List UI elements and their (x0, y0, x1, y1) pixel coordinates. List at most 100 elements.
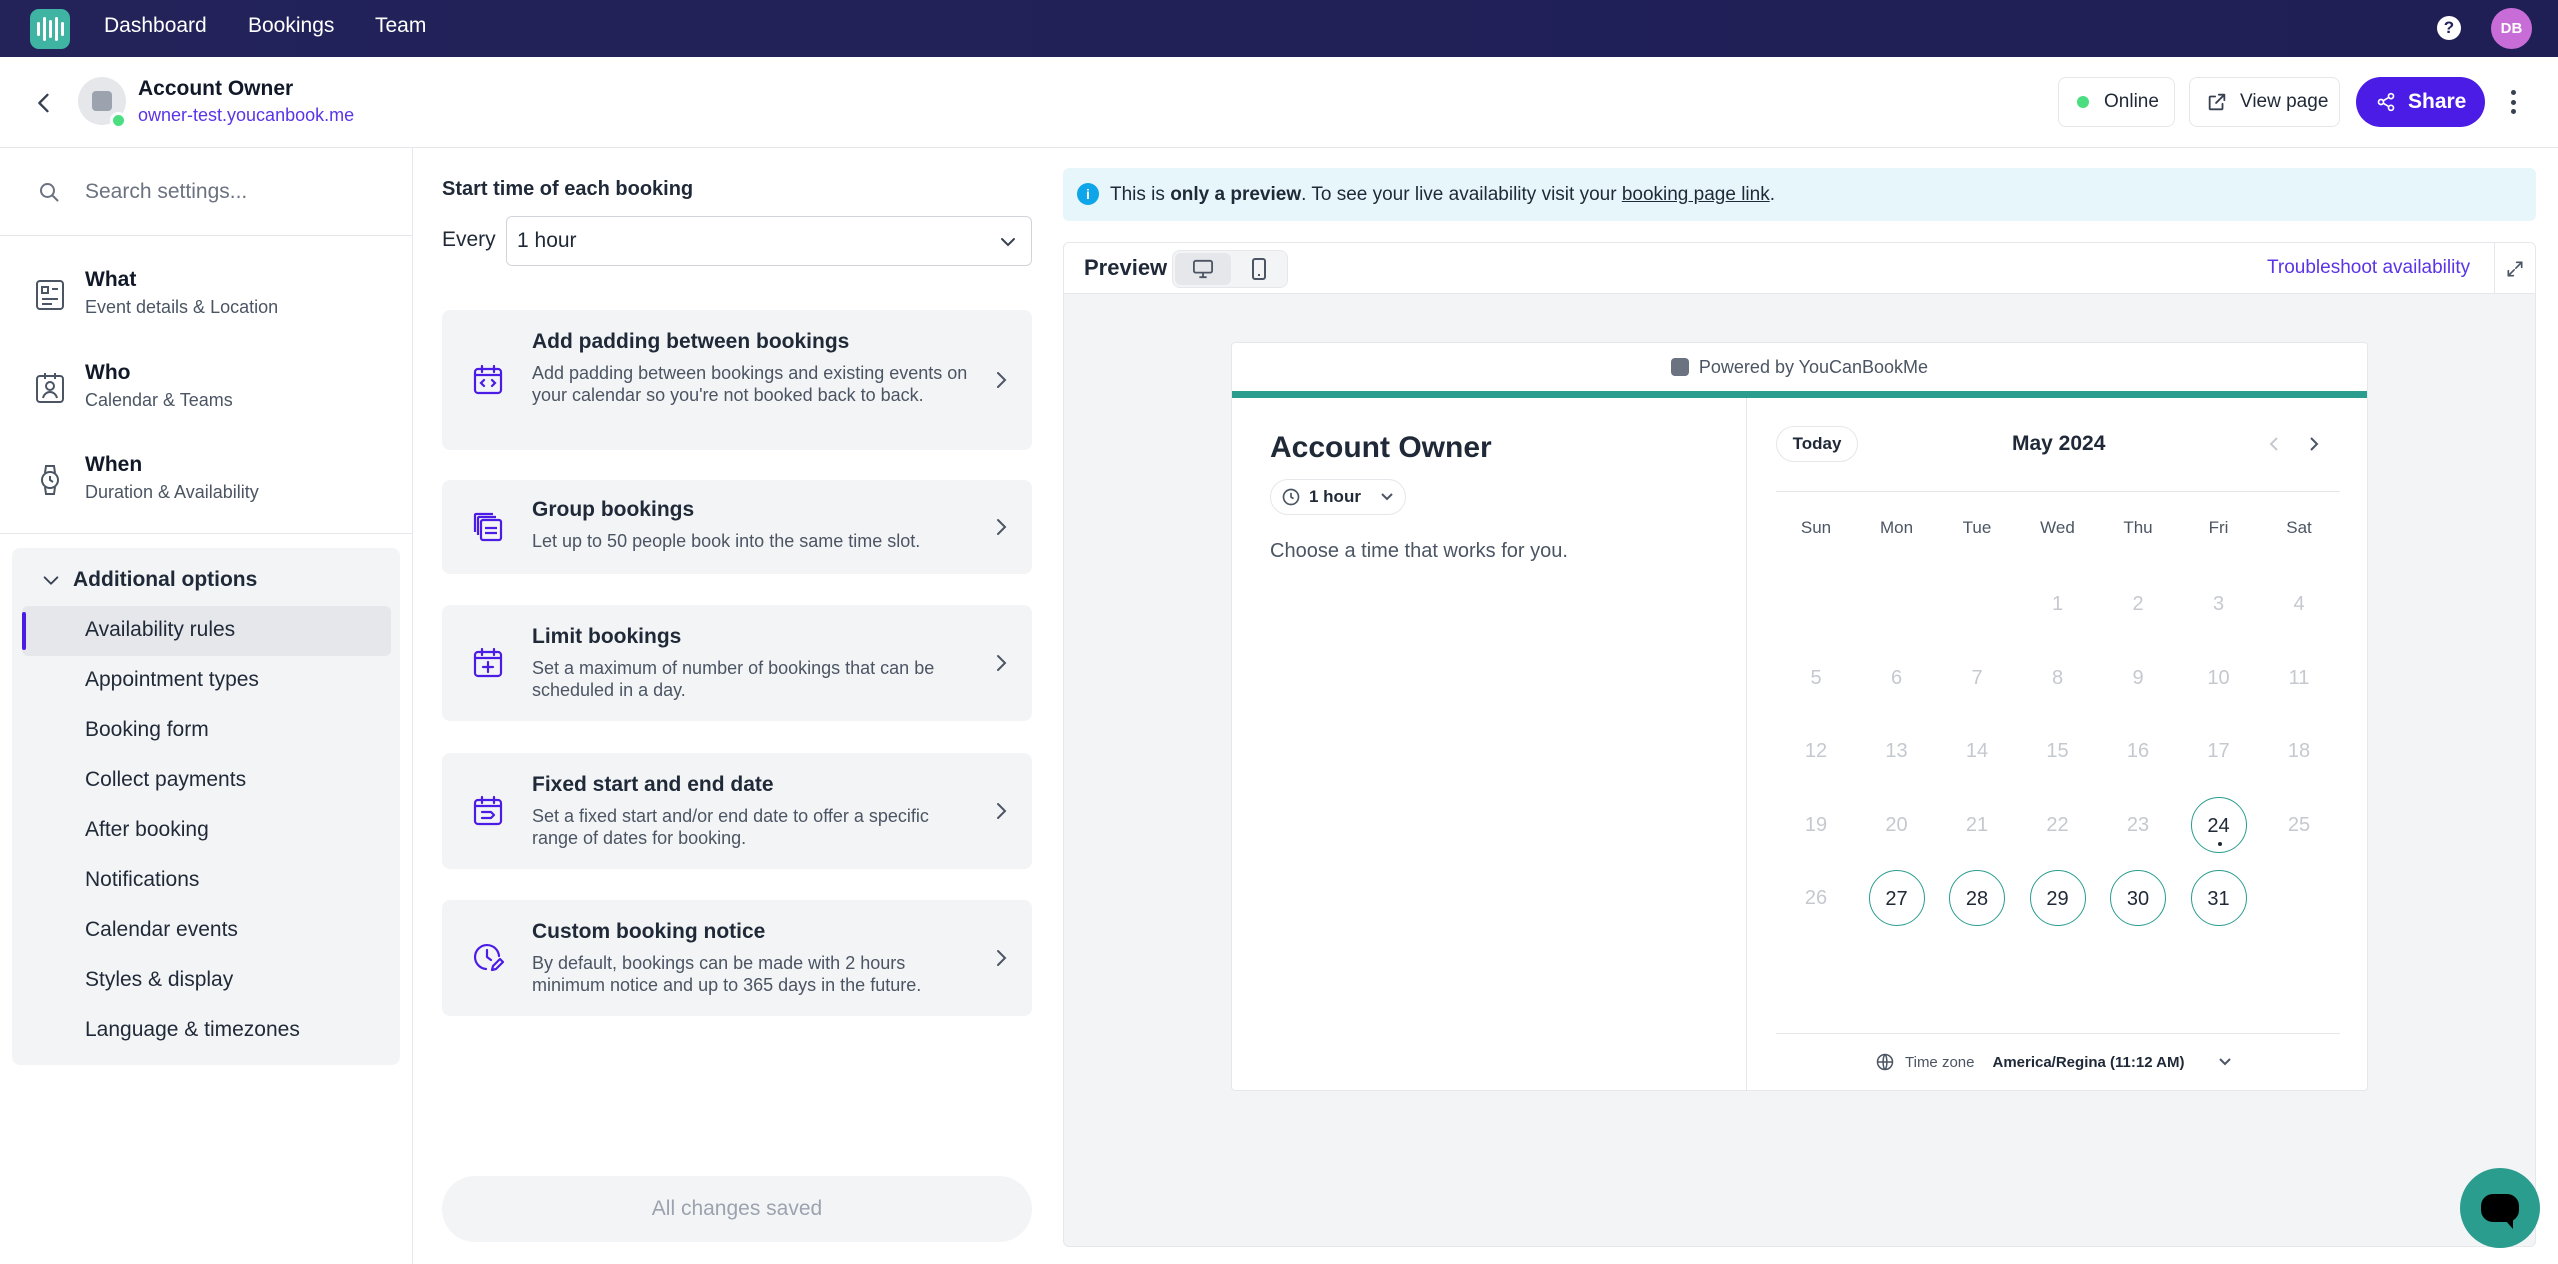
view-page-button[interactable]: View page (2189, 77, 2340, 127)
card-padding-between-bookings[interactable]: Add padding between bookings Add padding… (442, 310, 1032, 450)
expand-preview-button[interactable] (2494, 243, 2535, 294)
user-avatar[interactable]: DB (2491, 8, 2532, 49)
calendar-day: 9 (2132, 666, 2144, 689)
card-description: Add padding between bookings and existin… (532, 363, 968, 405)
calendar-day-available[interactable]: 29 (2029, 870, 2086, 926)
nav-team[interactable]: Team (375, 14, 426, 38)
nav-bookings[interactable]: Bookings (248, 14, 334, 38)
external-link-icon (2208, 93, 2226, 111)
calendar-day-available[interactable]: 28 (1949, 870, 2005, 926)
online-status-button[interactable]: Online (2058, 77, 2175, 127)
chevron-right-icon (997, 655, 1007, 671)
sidebar-item-notifications[interactable]: Notifications (85, 868, 199, 892)
powered-by: Powered by YouCanBookMe (1232, 343, 2367, 391)
interval-select[interactable]: 1 hour (506, 216, 1032, 266)
sidebar-divider (0, 533, 412, 534)
card-title: Limit bookings (532, 625, 682, 648)
nav-dashboard[interactable]: Dashboard (104, 14, 207, 38)
sidebar-item-who[interactable]: Who Calendar & Teams (0, 341, 412, 431)
timezone-label: Time zone (1905, 1053, 1975, 1071)
card-description: Set a maximum of number of bookings that… (532, 658, 935, 700)
card-fixed-start-end-date[interactable]: Fixed start and end date Set a fixed sta… (442, 753, 1032, 869)
sidebar-item-what[interactable]: What Event details & Location (0, 248, 412, 338)
sidebar-item-booking-form[interactable]: Booking form (85, 718, 209, 742)
sidebar-item-title: What (85, 268, 137, 291)
troubleshoot-availability-link[interactable]: Troubleshoot availability (2267, 257, 2470, 279)
weekday-label: Mon (1879, 518, 1914, 537)
notice-strong: only a preview (1170, 184, 1302, 205)
calendar-day: 23 (2126, 813, 2150, 836)
ycbm-logo-icon (1670, 358, 1689, 376)
calendar-day: 17 (2207, 740, 2230, 762)
weekday-label: Sun (1800, 518, 1832, 537)
sidebar-item-subtitle: Event details & Location (85, 297, 279, 317)
calendar-day-available[interactable]: 27 (1868, 870, 1925, 926)
calendar-day: 12 (1804, 740, 1828, 762)
calendar-day: 2 (2132, 593, 2144, 615)
duration-select[interactable]: 1 hour (1270, 479, 1406, 515)
card-description: Set a fixed start and/or end date to off… (532, 806, 929, 848)
calendar-day-available[interactable]: 31 (2190, 870, 2247, 926)
card-custom-booking-notice[interactable]: Custom booking notice By default, bookin… (442, 900, 1032, 1016)
chevron-left-icon[interactable] (2264, 434, 2284, 454)
choose-time-text: Choose a time that works for you. (1270, 540, 1568, 562)
sidebar-item-subtitle: Duration & Availability (85, 482, 259, 502)
document-icon (36, 280, 64, 310)
account-name: Account Owner (138, 77, 294, 100)
sidebar-item-availability-rules[interactable]: Availability rules (85, 618, 235, 642)
card-title: Fixed start and end date (532, 773, 774, 796)
all-changes-saved-button[interactable]: All changes saved (442, 1176, 1032, 1242)
additional-options-toggle[interactable]: Additional options (73, 568, 257, 592)
calendar-plus-icon (473, 647, 503, 678)
start-time-label: Start time of each booking (442, 178, 694, 200)
calendar-day: 26 (1804, 887, 1828, 909)
chat-support-button[interactable] (2460, 1168, 2540, 1248)
sidebar-item-title: When (85, 453, 143, 476)
chevron-right-icon[interactable] (2304, 434, 2324, 454)
card-title: Custom booking notice (532, 920, 766, 943)
chevron-left-icon[interactable] (30, 89, 58, 117)
sidebar-item-language-timezones[interactable]: Language & timezones (85, 1018, 300, 1042)
sidebar-item-appointment-types[interactable]: Appointment types (85, 668, 259, 692)
chat-bubble-icon (2481, 1194, 2519, 1229)
booking-page-link[interactable]: booking page link (1622, 184, 1770, 205)
calendar-day: 3 (2212, 593, 2225, 615)
calendar-day-available[interactable]: 24 (2190, 796, 2247, 853)
question-icon[interactable]: ? (2437, 16, 2461, 40)
timezone-select[interactable]: Time zone America/Regina (11:12 AM) (1875, 1052, 2233, 1072)
sidebar-item-collect-payments[interactable]: Collect payments (85, 768, 246, 792)
availability-rules-panel: Start time of each booking Every 1 hour … (414, 148, 1061, 1264)
sidebar-item-styles-display[interactable]: Styles & display (85, 968, 233, 992)
share-button[interactable]: Share (2356, 77, 2485, 127)
account-url-link[interactable]: owner-test.youcanbook.me (138, 105, 354, 126)
chevron-right-icon (997, 519, 1007, 535)
calendar-day: 6 (1890, 666, 1903, 689)
calendar-day: 1 (2051, 593, 2064, 615)
search-icon (40, 183, 59, 202)
sidebar-item-after-booking[interactable]: After booking (85, 818, 209, 842)
chevron-down-icon[interactable] (40, 570, 62, 592)
share-icon (2377, 92, 2395, 112)
notice-text: This is only a preview. To see your live… (1110, 184, 1775, 206)
search-row (0, 148, 412, 236)
sidebar-item-calendar-events[interactable]: Calendar events (85, 918, 238, 942)
search-settings-input[interactable] (85, 174, 385, 210)
desktop-view-button[interactable] (1175, 253, 1231, 285)
calendar-day-available[interactable]: 30 (2110, 870, 2166, 926)
more-options-icon[interactable] (2505, 87, 2521, 117)
calendar-divider (1776, 491, 2340, 492)
preview-notice: i This is only a preview. To see your li… (1063, 168, 2536, 221)
sidebar-item-when[interactable]: When Duration & Availability (0, 433, 412, 523)
weekday-label: Wed (2040, 518, 2075, 537)
online-status-dot (110, 112, 127, 129)
calendar-day: 21 (1965, 813, 1989, 836)
mobile-icon (1252, 258, 1266, 280)
today-button[interactable]: Today (1776, 426, 1858, 462)
mobile-view-button[interactable] (1231, 253, 1287, 285)
brand-accent-bar (1232, 391, 2367, 398)
card-limit-bookings[interactable]: Limit bookings Set a maximum of number o… (442, 605, 1032, 721)
card-group-bookings[interactable]: Group bookings Let up to 50 people book … (442, 480, 1032, 574)
watch-icon (41, 465, 59, 495)
calendar-day: 11 (2288, 666, 2310, 689)
app-logo-icon[interactable] (30, 9, 70, 49)
